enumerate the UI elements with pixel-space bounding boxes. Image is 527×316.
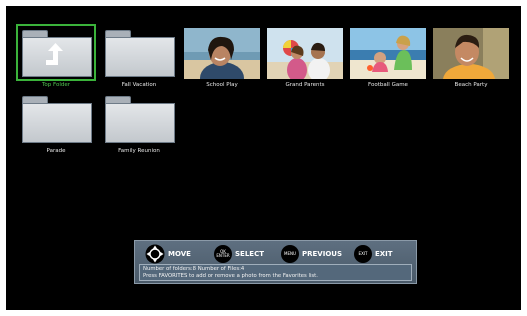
photo-thumbnail[interactable] [267, 26, 343, 79]
controls-panel: MOVE OK ENTER SELECT MENU PREVIOUS EXIT E… [134, 240, 417, 284]
info-box: Number of folders:8 Number of Files:4 Pr… [139, 264, 412, 281]
exit-button-icon: EXIT [354, 245, 372, 263]
folder-row-2: Parade Family Reunion [18, 28, 509, 154]
folder-tile-family-reunion[interactable]: Family Reunion [101, 92, 177, 154]
folder-icon [103, 28, 175, 77]
folder-icon [103, 94, 175, 143]
file-count-text: Number of folders:8 Number of Files:4 [143, 266, 245, 272]
photo-thumbnail[interactable] [433, 26, 509, 79]
select-control: OK ENTER SELECT [214, 245, 264, 263]
exit-label: EXIT [375, 250, 393, 258]
tile-label: Top Folder [41, 82, 71, 88]
tile-label: Parade [46, 148, 66, 154]
previous-control: MENU PREVIOUS [281, 245, 342, 263]
woman-smiling-photo [184, 28, 260, 79]
tile-label: Grand Parents [285, 82, 325, 88]
selection-frame [16, 24, 96, 81]
photo-thumbnail[interactable] [184, 26, 260, 79]
favorites-hint-text: Press FAVORITES to add or remove a photo… [143, 273, 318, 279]
tile-label: School Play [206, 82, 238, 88]
man-smiling-photo [433, 28, 509, 79]
folder-icon [20, 94, 92, 143]
menu-button-icon: MENU [281, 245, 299, 263]
folder-tile-fall-vacation[interactable]: Fall Vacation [101, 26, 177, 88]
move-control: MOVE [145, 244, 191, 264]
exit-control: EXIT EXIT [354, 245, 393, 263]
select-label: SELECT [235, 250, 264, 258]
move-label: MOVE [168, 250, 191, 258]
folder-tile-parade[interactable]: Parade [18, 92, 94, 154]
top-folder-tile[interactable]: Top Folder [16, 24, 96, 88]
couple-beach-ball-photo [267, 28, 343, 79]
tile-label: Beach Party [454, 82, 488, 88]
tile-label: Family Reunion [118, 148, 160, 154]
photo-thumbnail[interactable] [350, 26, 426, 79]
button-legend: MOVE OK ENTER SELECT MENU PREVIOUS EXIT E… [135, 244, 416, 264]
photo-browser-screen: Top Folder Fall Vacation School Play Gra… [6, 6, 521, 310]
dpad-icon [145, 244, 165, 264]
tile-label: Football Game [368, 82, 408, 88]
family-beach-photo [350, 28, 426, 79]
previous-label: PREVIOUS [302, 250, 343, 258]
tile-label: Fall Vacation [121, 82, 157, 88]
ok-enter-button-icon: OK ENTER [214, 245, 232, 263]
